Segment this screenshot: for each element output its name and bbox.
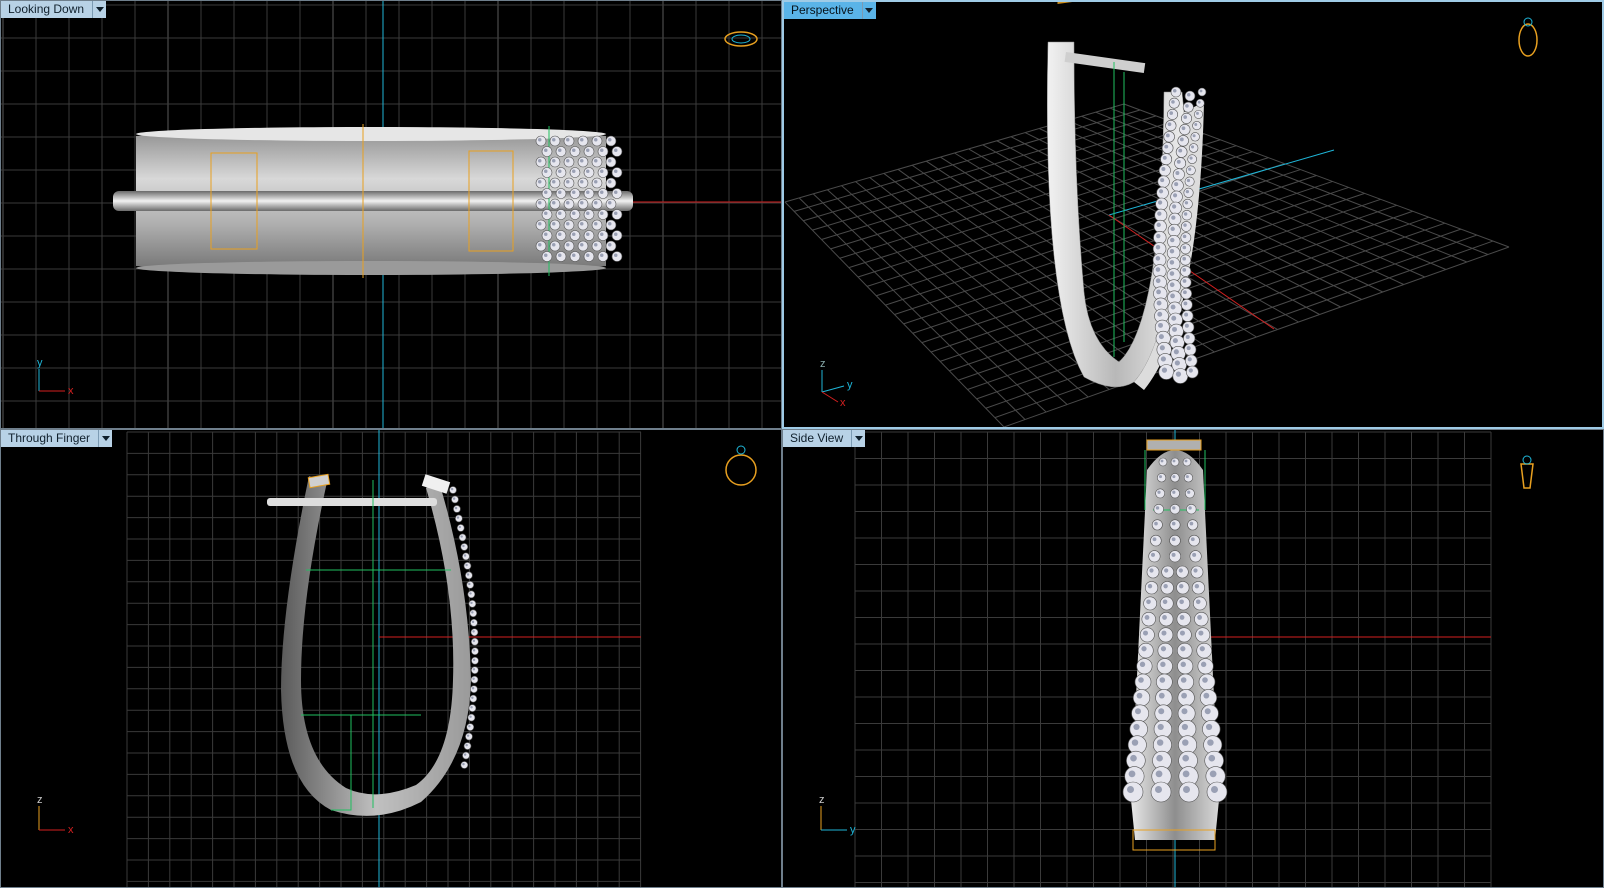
viewport-scene[interactable]: z y x: [784, 2, 1602, 427]
axis-indicator: y x: [37, 357, 74, 397]
chevron-down-icon: [854, 436, 863, 441]
axis-label-x: x: [840, 397, 846, 409]
viewport-scene[interactable]: z x: [1, 430, 782, 888]
axis-label-z: z: [820, 358, 826, 370]
viewport-tab[interactable]: Side View: [783, 430, 866, 447]
chevron-down-icon: [101, 436, 110, 441]
viewport-tab[interactable]: Perspective: [784, 2, 876, 19]
viewport-perspective[interactable]: Perspective z y x: [782, 0, 1604, 429]
viewport-through-finger[interactable]: Through Finger z x: [0, 429, 782, 888]
ring-view-cube-icon[interactable]: [1520, 455, 1534, 489]
axis-label-h: y: [850, 824, 856, 836]
viewport-side-view[interactable]: Side View z y: [782, 429, 1604, 888]
axis-indicator: z y x: [820, 358, 853, 409]
viewport-looking-down[interactable]: Looking Down y x: [0, 0, 782, 429]
y-axis-line: [1108, 149, 1335, 216]
ring-view-cube-icon[interactable]: [724, 31, 758, 47]
viewport-tab[interactable]: Through Finger: [1, 430, 113, 447]
viewport-label[interactable]: Perspective: [784, 2, 863, 19]
chevron-down-icon: [865, 8, 874, 13]
viewport-menu-dropdown[interactable]: [852, 430, 866, 447]
axis-label-h: x: [68, 385, 74, 397]
axis-label-v: z: [37, 794, 43, 806]
axis-label-y: y: [847, 379, 853, 391]
viewport-menu-dropdown[interactable]: [99, 430, 113, 447]
ring-model-front[interactable]: [267, 473, 479, 816]
axis-indicator: z x: [37, 794, 74, 836]
axis-indicator: z y: [819, 794, 856, 836]
axis-label-v: z: [819, 794, 825, 806]
viewport-menu-dropdown[interactable]: [862, 2, 876, 19]
viewport-grid: Looking Down y x Perspective z y x Throu…: [0, 0, 1604, 888]
viewport-tab[interactable]: Looking Down: [1, 1, 107, 18]
chevron-down-icon: [95, 7, 104, 12]
viewport-label[interactable]: Through Finger: [1, 430, 100, 447]
viewport-label[interactable]: Looking Down: [1, 1, 94, 18]
axis-label-h: x: [68, 824, 74, 836]
viewport-scene[interactable]: z y: [783, 430, 1604, 888]
viewport-label[interactable]: Side View: [783, 430, 853, 447]
axis-label-v: y: [37, 357, 43, 369]
ring-view-cube-icon[interactable]: [725, 445, 757, 486]
ring-model-top[interactable]: [113, 124, 633, 278]
viewport-menu-dropdown[interactable]: [93, 1, 107, 18]
viewport-scene[interactable]: y x: [1, 1, 782, 429]
ring-view-cube-icon[interactable]: [1518, 17, 1538, 57]
ring-model-side[interactable]: [1122, 439, 1228, 851]
